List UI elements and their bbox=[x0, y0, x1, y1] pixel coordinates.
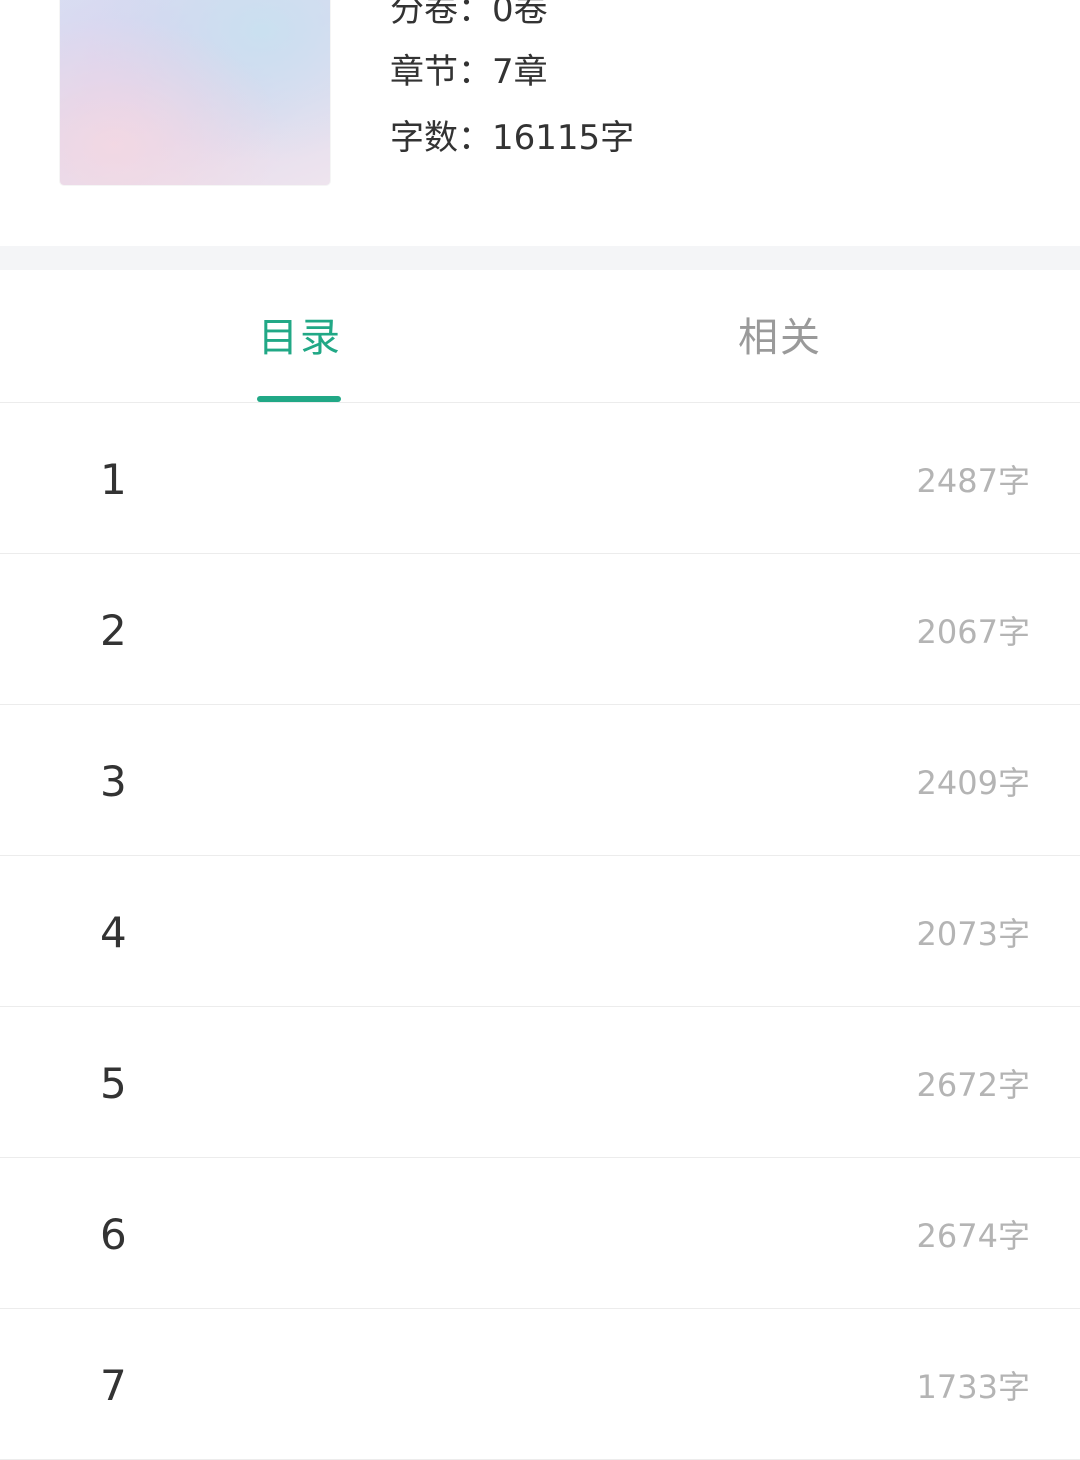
word-count-info: 字数：16115字 bbox=[390, 118, 635, 158]
chapter-word-count: 2487字 bbox=[916, 462, 1030, 500]
chapter-title: 4 bbox=[100, 908, 127, 957]
chapter-word-count: 2067字 bbox=[916, 613, 1030, 651]
chapter-row[interactable]: 5 2672字 bbox=[0, 1007, 1080, 1158]
chapter-title: 3 bbox=[100, 757, 127, 806]
chapter-word-count: 1733字 bbox=[916, 1368, 1030, 1406]
chapter-title: 2 bbox=[100, 606, 127, 655]
chapter-title: 5 bbox=[100, 1059, 127, 1108]
tab-contents[interactable]: 目录 bbox=[30, 270, 570, 402]
chapter-word-count: 2674字 bbox=[916, 1217, 1030, 1255]
tab-bar: 目录 相关 bbox=[0, 270, 1080, 403]
chapter-row[interactable]: 3 2409字 bbox=[0, 705, 1080, 856]
chapter-word-count: 2409字 bbox=[916, 764, 1030, 802]
chapter-row[interactable]: 6 2674字 bbox=[0, 1158, 1080, 1309]
tab-contents-label: 目录 bbox=[258, 315, 342, 361]
chapter-title: 7 bbox=[100, 1361, 127, 1410]
chapter-row[interactable]: 2 2067字 bbox=[0, 554, 1080, 705]
volumes-info: 分卷：0卷 bbox=[390, 0, 548, 30]
book-cover-image[interactable] bbox=[60, 0, 330, 185]
chapters-info: 章节：7章 bbox=[390, 52, 548, 92]
chapter-title: 1 bbox=[100, 455, 127, 504]
section-divider bbox=[0, 246, 1080, 270]
active-tab-indicator bbox=[257, 396, 341, 402]
chapter-row[interactable]: 4 2073字 bbox=[0, 856, 1080, 1007]
chapter-title: 6 bbox=[100, 1210, 127, 1259]
tab-related[interactable]: 相关 bbox=[510, 270, 1050, 402]
book-info-header: 分卷：0卷 章节：7章 字数：16115字 bbox=[0, 0, 1080, 246]
chapter-word-count: 2672字 bbox=[916, 1066, 1030, 1104]
chapter-row[interactable]: 1 2487字 bbox=[0, 403, 1080, 554]
chapter-word-count: 2073字 bbox=[916, 915, 1030, 953]
chapter-row[interactable]: 7 1733字 bbox=[0, 1309, 1080, 1460]
chapter-list: 1 2487字 2 2067字 3 2409字 4 2073字 5 2672字 … bbox=[0, 403, 1080, 1460]
tab-related-label: 相关 bbox=[738, 315, 822, 361]
